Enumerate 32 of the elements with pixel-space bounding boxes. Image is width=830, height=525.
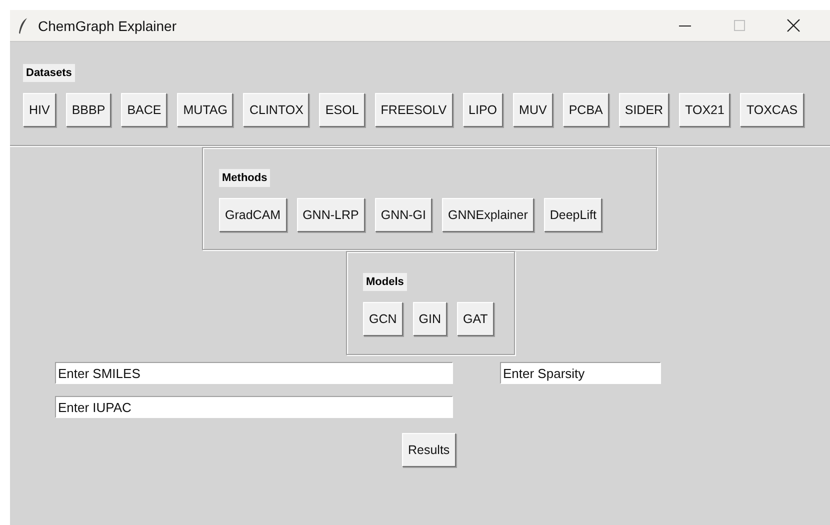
text-field[interactable]: Enter SMILES <box>55 362 453 384</box>
dataset-button[interactable]: LIPO <box>462 93 504 127</box>
method-button[interactable]: GNN-GI <box>374 198 432 232</box>
dataset-button[interactable]: BACE <box>121 93 168 127</box>
dataset-button[interactable]: HIV <box>23 93 56 127</box>
method-button[interactable]: GNNExplainer <box>442 198 534 232</box>
feather-icon <box>18 18 28 34</box>
text-field[interactable]: Enter Sparsity <box>500 362 661 384</box>
datasets-label: Datasets <box>23 64 75 82</box>
method-button[interactable]: GNN-LRP <box>296 198 365 232</box>
minimize-icon[interactable] <box>679 24 691 26</box>
dataset-button[interactable]: BBBP <box>66 93 112 127</box>
results-button[interactable]: Results <box>402 433 456 467</box>
dataset-button[interactable]: PCBA <box>562 93 609 127</box>
dataset-button[interactable]: SIDER <box>618 93 670 127</box>
text-field[interactable]: Enter IUPAC <box>55 396 453 418</box>
dataset-button[interactable]: TOX21 <box>679 93 730 127</box>
method-button[interactable]: GradCAM <box>219 198 287 232</box>
dataset-button[interactable]: MUTAG <box>177 93 234 127</box>
models-label: Models <box>363 273 407 291</box>
dataset-button[interactable]: TOXCAS <box>740 93 804 127</box>
window-title: ChemGraph Explainer <box>38 18 178 34</box>
dataset-button[interactable]: FREESOLV <box>374 93 453 127</box>
dataset-button[interactable]: CLINTOX <box>243 93 310 127</box>
close-icon[interactable] <box>786 19 800 32</box>
model-button[interactable]: GIN <box>412 302 448 336</box>
methods-label: Methods <box>219 169 270 187</box>
model-button[interactable]: GCN <box>363 302 403 336</box>
method-button[interactable]: DeepLift <box>544 198 602 232</box>
model-button[interactable]: GAT <box>457 302 494 336</box>
dataset-button[interactable]: MUV <box>513 93 553 127</box>
dataset-button[interactable]: ESOL <box>319 93 365 127</box>
